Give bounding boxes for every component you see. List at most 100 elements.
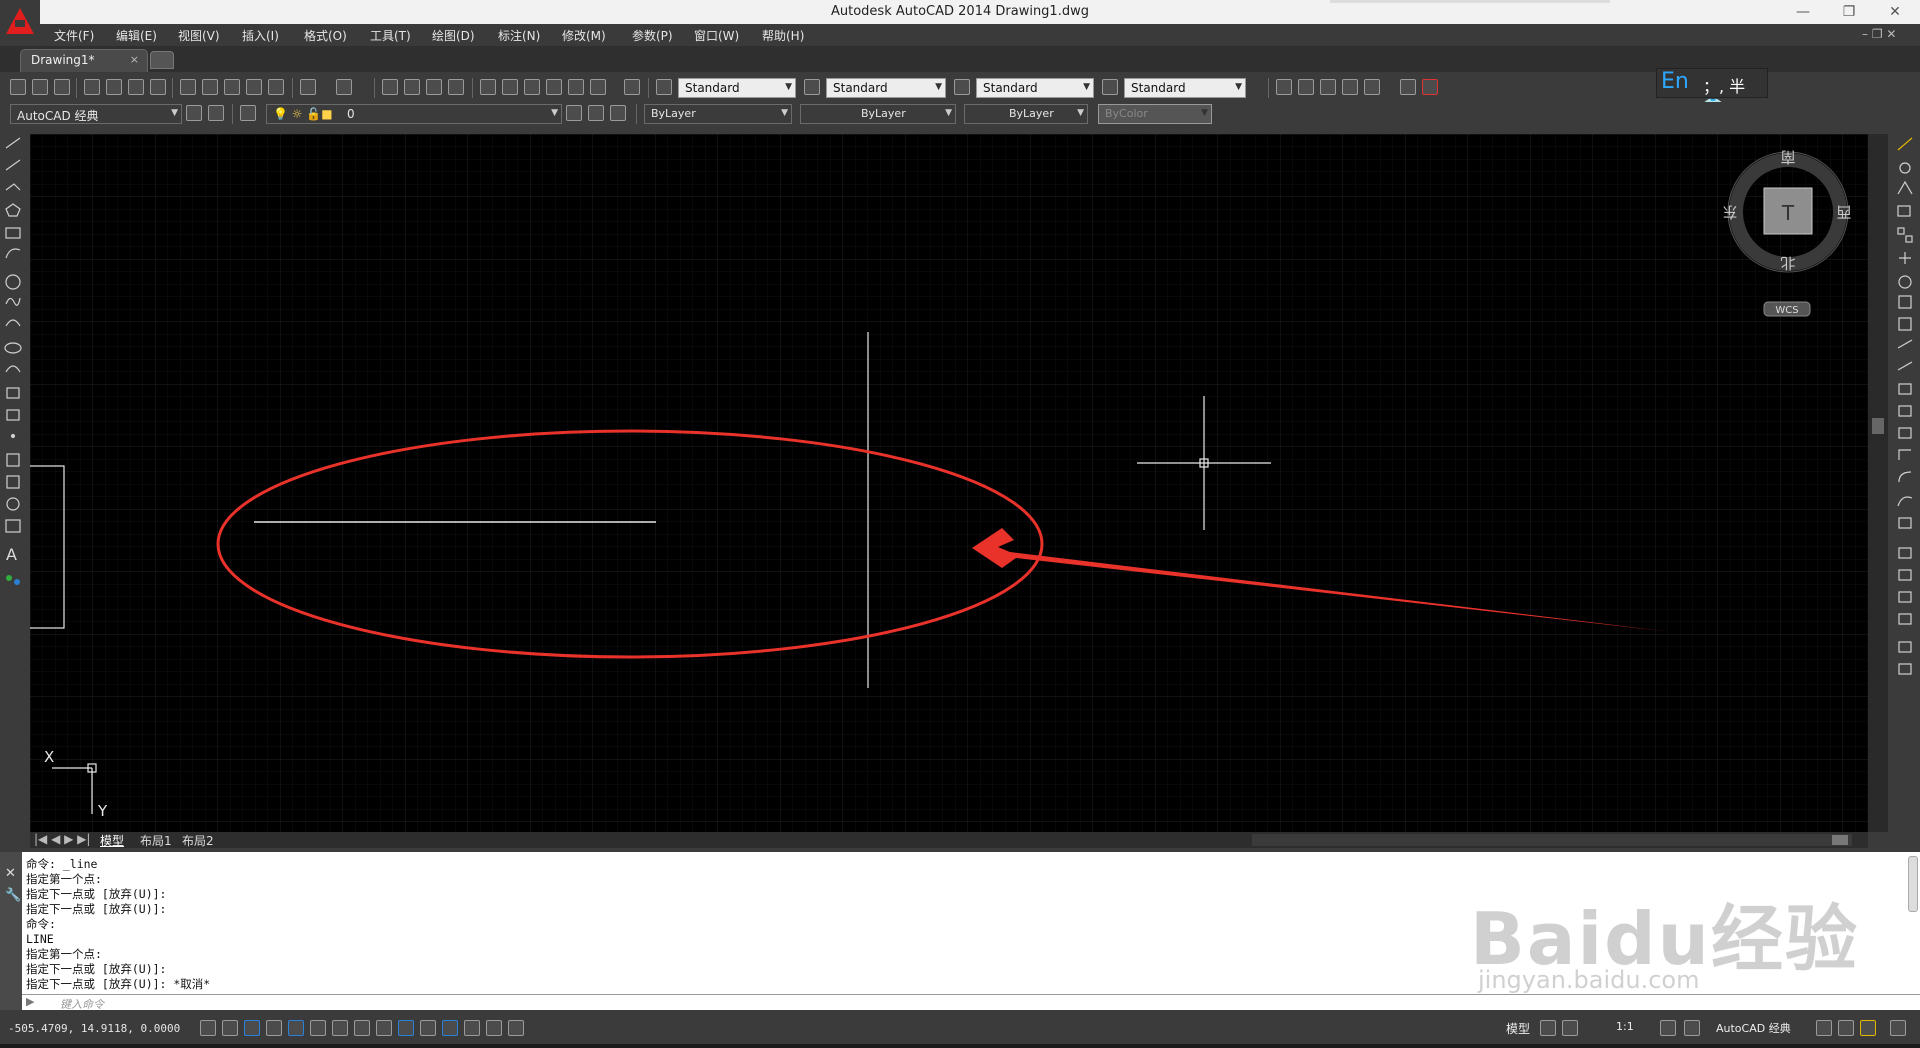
properties-icon[interactable] [480,79,496,95]
publish-icon[interactable] [128,79,144,95]
selection-cycling-icon[interactable] [486,1020,502,1036]
layer-properties-icon[interactable] [240,105,256,121]
quick-properties-icon[interactable] [464,1020,480,1036]
view-icon-6[interactable] [1400,79,1416,95]
color-select[interactable]: ByLayer ▼ [644,104,792,124]
ducs-icon[interactable] [376,1020,392,1036]
table-style-icon[interactable] [954,79,970,95]
hardware-acceleration-icon[interactable] [1838,1020,1854,1036]
viewcube-east[interactable]: 东 [1722,203,1737,221]
paste-icon[interactable] [224,79,240,95]
view-icon-1[interactable] [1276,79,1292,95]
application-menu-button[interactable] [0,0,40,42]
view-icon-5[interactable] [1364,79,1380,95]
document-tab-drawing1[interactable]: Drawing1* × [20,49,148,72]
undo-icon[interactable] [300,79,316,95]
menu-parametric[interactable]: 参数(P) [632,27,673,44]
model-space-button[interactable]: 模型 [1506,1020,1530,1037]
view-icon-3[interactable] [1320,79,1336,95]
zoom-previous-icon[interactable] [448,79,464,95]
minimize-button[interactable]: — [1788,2,1818,22]
multileader-style-icon[interactable] [1102,79,1118,95]
menu-file[interactable]: 文件(F) [54,27,94,44]
3d-osnap-icon[interactable] [332,1020,348,1036]
scroll-thumb[interactable] [1872,418,1884,434]
zoom-realtime-icon[interactable] [404,79,420,95]
view-icon-4[interactable] [1342,79,1358,95]
block-editor-icon[interactable] [268,79,284,95]
lock-icon[interactable] [1816,1020,1832,1036]
save-icon[interactable] [54,79,70,95]
viewcube-south[interactable]: 南 [1780,148,1795,166]
new-drawing-tab-button[interactable] [150,51,174,69]
layer-select[interactable]: 0 💡 ☼ 🔓■ ▼ [266,104,562,124]
cut-icon[interactable] [180,79,196,95]
viewcube-north[interactable]: 北 [1780,254,1795,272]
markup-icon[interactable] [568,79,584,95]
make-current-icon[interactable] [566,105,582,121]
annotation-monitor-icon[interactable] [508,1020,524,1036]
dynamic-input-icon[interactable] [398,1020,414,1036]
menu-help[interactable]: 帮助(H) [762,27,804,44]
transparency-icon[interactable] [442,1020,458,1036]
workspace-select[interactable]: AutoCAD 经典 ▼ [10,104,182,124]
command-scroll[interactable] [1908,856,1918,912]
workspace-switch[interactable]: AutoCAD 经典 [1716,1020,1791,1036]
vertical-scrollbar[interactable] [1868,134,1888,832]
tab-layout1[interactable]: 布局1 [140,832,172,849]
viewcube-top-face[interactable]: T [1781,201,1795,225]
sheet-set-icon[interactable] [546,79,562,95]
hscroll-thumb[interactable] [1832,835,1848,845]
layer-match-icon[interactable] [610,105,626,121]
tab-model[interactable]: 模型 [100,832,124,849]
layout-nav-arrows[interactable]: |◀ ◀ ▶ ▶| [34,832,90,846]
view-icon-7[interactable] [1422,79,1438,95]
match-properties-icon[interactable] [246,79,262,95]
close-command-icon[interactable]: ✕ [5,866,16,881]
ime-status-bar[interactable]: En ；, 半 👕 [1656,68,1768,116]
snap-mode-icon[interactable] [222,1020,238,1036]
plotstyle-select[interactable]: ByColor ▼ [1098,104,1212,124]
plot-preview-icon[interactable] [106,79,122,95]
text-style-select[interactable]: Standard ▼ [678,78,796,98]
menu-insert[interactable]: 插入(I) [242,27,279,44]
layer-previous-icon[interactable] [588,105,604,121]
workspace-save-icon[interactable] [208,105,224,121]
redo-icon[interactable] [336,79,352,95]
dimension-style-select[interactable]: Standard ▼ [826,78,946,98]
workspace-settings-icon[interactable] [186,105,202,121]
command-input-row[interactable]: ▶ 键入命令 [22,994,1920,1011]
menu-edit[interactable]: 编辑(E) [116,27,157,44]
restore-button[interactable]: ❐ [1834,2,1864,22]
menu-view[interactable]: 视图(V) [178,27,220,44]
otrack-icon[interactable] [354,1020,370,1036]
zoom-window-icon[interactable] [426,79,442,95]
annotation-visibility-icon[interactable] [1660,1020,1676,1036]
ortho-mode-icon[interactable] [266,1020,282,1036]
menu-draw[interactable]: 绘图(D) [432,27,475,44]
quick-view-layouts-icon[interactable] [1540,1020,1556,1036]
new-icon[interactable] [10,79,26,95]
close-tab-icon[interactable]: × [130,53,139,66]
coordinate-readout[interactable]: -505.4709, 14.9118, 0.0000 [8,1022,180,1035]
plot-icon[interactable] [84,79,100,95]
design-center-icon[interactable] [502,79,518,95]
auto-scale-icon[interactable] [1684,1020,1700,1036]
infer-constraints-icon[interactable] [200,1020,216,1036]
menu-tools[interactable]: 工具(T) [370,27,411,44]
close-button[interactable]: ✕ [1880,2,1910,22]
lineweight-select[interactable]: ByLayer ▼ [964,104,1088,124]
annotation-scale[interactable]: 1:1 [1616,1020,1634,1033]
text-style-icon[interactable] [656,79,672,95]
menu-format[interactable]: 格式(O) [304,27,347,44]
grid-display-icon[interactable] [244,1020,260,1036]
viewcube-west[interactable]: 西 [1836,203,1851,221]
menu-dimension[interactable]: 标注(N) [498,27,540,44]
table-style-select[interactable]: Standard ▼ [976,78,1094,98]
menu-window[interactable]: 窗口(W) [694,27,739,44]
help-icon[interactable] [624,79,640,95]
open-icon[interactable] [32,79,48,95]
calculator-icon[interactable] [590,79,606,95]
pan-icon[interactable] [382,79,398,95]
horizontal-scrollbar[interactable] [1252,834,1852,846]
